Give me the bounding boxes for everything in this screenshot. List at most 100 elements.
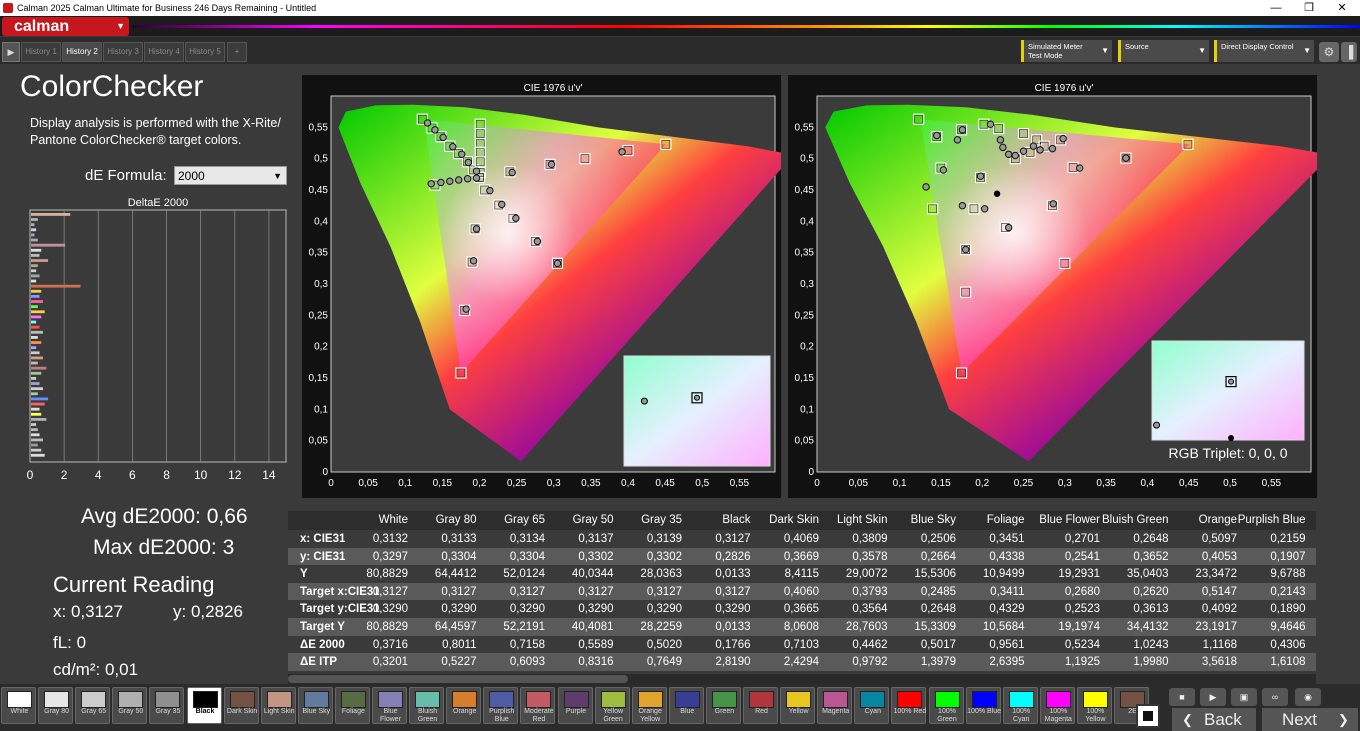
source-dropdown[interactable]: Source ▼ xyxy=(1118,40,1209,62)
swatch-orange-yellow[interactable]: Orange Yellow xyxy=(631,687,667,724)
swatch-gray-65[interactable]: Gray 65 xyxy=(75,687,111,724)
back-button[interactable]: ❮ Back xyxy=(1172,708,1256,731)
de-bar xyxy=(31,423,37,426)
history-tab[interactable]: History 3 xyxy=(103,42,143,62)
x-tick: 0,25 xyxy=(1014,478,1034,489)
measured-point xyxy=(498,200,506,209)
x-tick: 0,35 xyxy=(581,478,601,489)
y-tick: 0,35 xyxy=(309,248,329,259)
table-cell: 0,4329 xyxy=(989,603,1025,616)
swatch-bluish-green[interactable]: Bluish Green xyxy=(409,687,445,724)
swatch-gray-80[interactable]: Gray 80 xyxy=(38,687,74,724)
swatch-moderate-red[interactable]: Moderate Red xyxy=(520,687,556,724)
swatch-white[interactable]: White xyxy=(1,687,36,724)
table-cell: 0,3127 xyxy=(646,585,682,598)
swatch-blue-flower[interactable]: Blue Flower xyxy=(372,687,407,724)
table-row: x: CIE31 0,3132 0,3133 0,3134 0,3137 0,3139 0,… xyxy=(288,530,1316,548)
swatch-chip xyxy=(340,691,366,708)
swatch-100-cyan[interactable]: 100% Cyan xyxy=(1002,687,1038,724)
play-arrow-icon[interactable]: ▶ xyxy=(2,42,20,62)
de-formula-select[interactable]: 2000 ▼ xyxy=(174,166,287,185)
measured-point xyxy=(469,257,478,265)
swatch-100-yellow[interactable]: 100% Yellow xyxy=(1076,687,1112,724)
play-icon[interactable]: ▶ xyxy=(1200,688,1226,706)
de-bar xyxy=(31,346,37,350)
loop-icon[interactable]: ∞ xyxy=(1262,688,1288,706)
swatch-black[interactable]: Black xyxy=(186,687,222,724)
swatch-label: Moderate Red xyxy=(524,708,554,723)
history-tab[interactable]: History 4 xyxy=(144,42,184,62)
swatch-100-red[interactable]: 100% Red xyxy=(891,687,927,724)
swatch-100-blue[interactable]: 100% Blue xyxy=(965,687,1002,724)
measured-point xyxy=(431,126,439,134)
table-cell: 0,0133 xyxy=(715,621,751,633)
measured-point xyxy=(486,186,494,195)
swatch-gray-35[interactable]: Gray 35 xyxy=(149,687,185,724)
swatch-purple[interactable]: Purple xyxy=(557,687,593,724)
record-icon[interactable]: ◉ xyxy=(1295,688,1321,706)
de-bar xyxy=(31,443,38,447)
y-tick: 0,1 xyxy=(800,404,814,415)
settings-gear-icon[interactable]: ⚙ xyxy=(1319,42,1339,62)
swatch-dark-skin[interactable]: Dark Skin xyxy=(223,687,259,724)
next-button[interactable]: Next ❯ xyxy=(1262,708,1358,731)
table-cell: 28,2259 xyxy=(640,621,682,633)
swatch-yellow-green[interactable]: Yellow Green xyxy=(594,687,630,724)
x-tick: 0,2 xyxy=(473,478,487,489)
x-tick: 0,4 xyxy=(621,478,635,489)
history-tab[interactable]: History 2 xyxy=(62,42,102,62)
swatch-label: Blue Flower xyxy=(379,708,401,723)
swatch-yellow[interactable]: Yellow xyxy=(780,687,816,724)
table-cell: 0,3137 xyxy=(578,533,614,545)
swatch-label: Gray 80 xyxy=(44,708,70,715)
history-tab[interactable]: History 1 xyxy=(21,42,61,62)
table-cell: 0,6093 xyxy=(509,656,545,669)
swatch-chip xyxy=(971,691,997,708)
rgb-triplet-label: RGB Triplet: 0, 0, 0 xyxy=(1168,445,1287,461)
de-bar xyxy=(31,274,40,278)
stop-measure-button[interactable] xyxy=(1136,704,1160,728)
swatch-chip xyxy=(118,691,144,708)
panel-toggle-icon[interactable]: ▐ xyxy=(1341,42,1357,62)
add-history-tab-button[interactable]: + xyxy=(227,42,247,62)
measured-point xyxy=(449,143,457,151)
measurement-table: White Gray 80 Gray 65 Gray 50 Gray 35 Black Da… xyxy=(288,511,1316,681)
swatch-cyan[interactable]: Cyan xyxy=(854,687,890,724)
save-icon[interactable]: ▣ xyxy=(1231,688,1257,706)
simulated-meter-dropdown[interactable]: Simulated Meter Test Mode ▼ xyxy=(1021,40,1112,62)
swatch-green[interactable]: Green xyxy=(705,687,741,724)
swatch-orange[interactable]: Orange xyxy=(446,687,482,724)
table-cell: 0,4069 xyxy=(783,533,819,545)
swatch-purplish-blue[interactable]: Purplish Blue xyxy=(483,687,519,724)
x-tick: 0,05 xyxy=(358,478,378,489)
swatch-label: Blue xyxy=(680,708,695,715)
swatch-foliage[interactable]: Foliage xyxy=(334,687,370,724)
de-bar xyxy=(31,233,35,237)
close-button[interactable]: ✕ xyxy=(1322,0,1360,16)
swatch-100-green[interactable]: 100% Green xyxy=(928,687,964,724)
swatch-magenta[interactable]: Magenta xyxy=(817,687,853,724)
measured-point xyxy=(999,143,1007,152)
swatch-label: 100% Blue xyxy=(967,708,1002,715)
calman-logo-menu[interactable]: calman ▼ xyxy=(2,17,129,36)
de-bar xyxy=(31,428,38,432)
de-formula-value: 2000 xyxy=(178,169,205,183)
x-tick: 0,15 xyxy=(931,478,951,489)
swatch-gray-50[interactable]: Gray 50 xyxy=(112,687,148,724)
swatch-100-magenta[interactable]: 100% Magenta xyxy=(1039,687,1075,724)
direct-display-control-dropdown[interactable]: Direct Display Control ▼ xyxy=(1214,40,1314,62)
table-horizontal-scrollbar[interactable] xyxy=(288,674,1316,684)
swatch-light-skin[interactable]: Light Skin xyxy=(260,687,296,724)
stop-icon[interactable]: ■ xyxy=(1169,688,1195,706)
swatch-red[interactable]: Red xyxy=(743,687,778,724)
de-bar xyxy=(31,228,37,232)
table-cell: 0,3127 xyxy=(715,533,751,545)
scrollbar-thumb[interactable] xyxy=(288,675,628,683)
history-tab[interactable]: History 5 xyxy=(185,42,225,62)
swatch-chip xyxy=(934,691,960,708)
de-x-tick: 14 xyxy=(262,468,276,482)
table-cell: 1,6108 xyxy=(1270,656,1306,669)
swatch-blue-sky[interactable]: Blue Sky xyxy=(297,687,333,724)
swatch-chip xyxy=(711,691,737,708)
swatch-blue[interactable]: Blue xyxy=(668,687,704,724)
